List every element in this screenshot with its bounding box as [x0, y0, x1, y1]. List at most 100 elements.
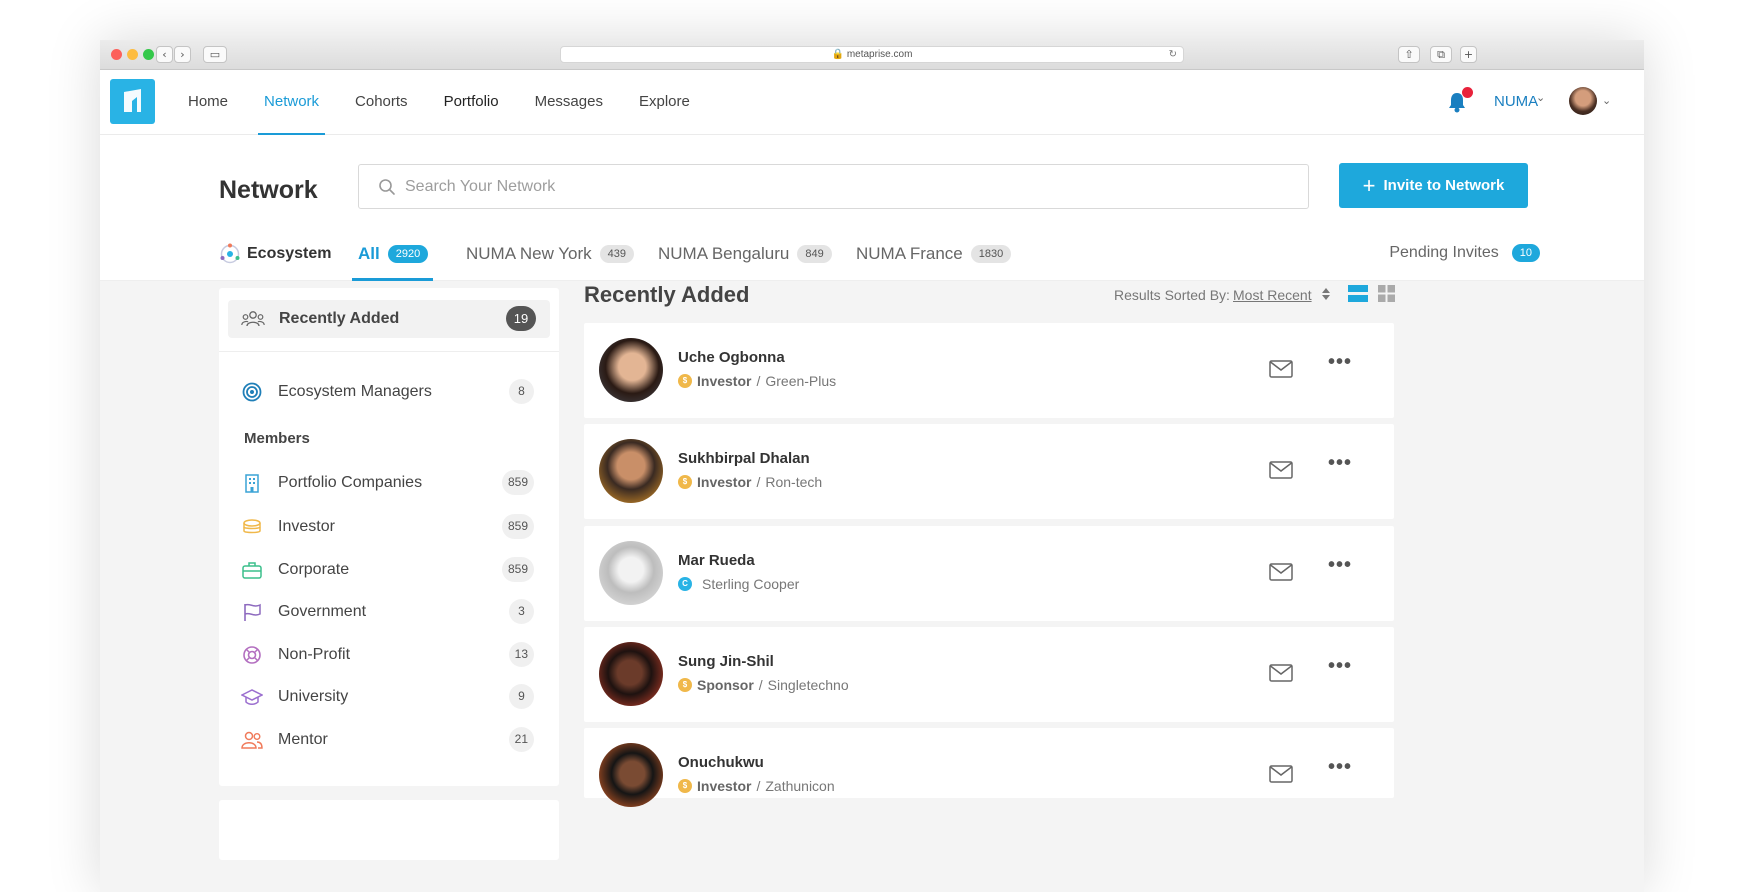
list-view-icon[interactable]: [1348, 285, 1368, 302]
pending-invites-link[interactable]: Pending Invites 10: [1389, 244, 1540, 262]
sidebar-item-label: University: [278, 688, 349, 705]
mail-icon[interactable]: [1269, 764, 1293, 784]
person-card[interactable]: Sung Jin-Shil $ Sponsor / Singletechno •…: [584, 627, 1394, 722]
nav-home[interactable]: Home: [182, 70, 234, 135]
chevron-right-icon[interactable]: ›: [174, 46, 191, 63]
person-card[interactable]: Onuchukwu $ Investor / Zathunicon •••: [584, 728, 1394, 807]
person-meta: $ Investor / Ron-tech: [678, 474, 822, 490]
browser-toolbar: ‹ › ▭ 🔒 metaprise.com ↻ ⇧ ⧉ +: [100, 40, 1644, 70]
tabs-icon[interactable]: ⧉: [1430, 46, 1452, 63]
search-input[interactable]: [405, 165, 1285, 208]
ecosystem-link[interactable]: Ecosystem: [219, 241, 332, 267]
sidebar-item-label: Recently Added: [279, 310, 400, 327]
person-name[interactable]: Mar Rueda: [678, 552, 755, 569]
network-header: Network + Invite to Network Ecosyste: [100, 135, 1644, 281]
more-options-icon[interactable]: •••: [1328, 554, 1352, 577]
share-icon[interactable]: ⇧: [1398, 46, 1420, 63]
more-options-icon[interactable]: •••: [1328, 655, 1352, 678]
count-badge: 3: [509, 599, 534, 624]
invite-button[interactable]: + Invite to Network: [1339, 163, 1528, 208]
graduation-cap-icon: [241, 689, 263, 705]
network-tabs: Ecosystem All 2920 NUMA New York 439 NUM…: [219, 241, 1644, 281]
sidebar-item-ecosystem-managers[interactable]: Ecosystem Managers 8: [241, 378, 537, 406]
sidebar-item-university[interactable]: University 9: [241, 683, 537, 711]
separator: /: [758, 677, 763, 693]
avatar[interactable]: [599, 743, 663, 807]
person-role: Investor: [697, 474, 752, 490]
person-card[interactable]: Mar Rueda C Sterling Cooper •••: [584, 526, 1394, 621]
browser-window: ‹ › ▭ 🔒 metaprise.com ↻ ⇧ ⧉ + Home Networ…: [100, 40, 1644, 892]
separator: /: [756, 778, 761, 794]
tab-count-badge: 2920: [387, 245, 429, 263]
sidebar-item-mentor[interactable]: Mentor 21: [241, 726, 537, 754]
count-badge: 859: [501, 514, 534, 539]
mail-icon[interactable]: [1269, 562, 1293, 582]
user-avatar[interactable]: [1569, 87, 1597, 115]
tab-numa-france[interactable]: NUMA France 1830: [856, 241, 1012, 281]
app-logo[interactable]: [110, 79, 155, 124]
org-switcher[interactable]: NUMA: [1494, 93, 1538, 110]
flag-icon: [244, 603, 261, 621]
sidebar-item-non-profit[interactable]: Non-Profit 13: [241, 641, 537, 669]
chevron-down-icon[interactable]: ⌄: [1536, 91, 1545, 104]
more-options-icon[interactable]: •••: [1328, 351, 1352, 374]
person-card[interactable]: Sukhbirpal Dhalan $ Investor / Ron-tech …: [584, 424, 1394, 519]
minimize-window-button[interactable]: [127, 49, 138, 60]
person-meta: $ Investor / Zathunicon: [678, 778, 835, 794]
chevron-left-icon[interactable]: ‹: [156, 46, 173, 63]
person-name[interactable]: Onuchukwu: [678, 754, 764, 771]
sidebar-item-government[interactable]: Government 3: [241, 598, 537, 626]
sort-dropdown[interactable]: Most Recent: [1233, 287, 1312, 303]
person-name[interactable]: Uche Ogbonna: [678, 349, 785, 366]
search-box[interactable]: [358, 164, 1309, 209]
more-options-icon[interactable]: •••: [1328, 452, 1352, 475]
maximize-window-button[interactable]: [143, 49, 154, 60]
nav-cohorts[interactable]: Cohorts: [349, 70, 414, 135]
person-name[interactable]: Sung Jin-Shil: [678, 653, 774, 670]
count-badge: 21: [508, 727, 534, 752]
person-card[interactable]: Uche Ogbonna $ Investor / Green-Plus •••: [584, 323, 1394, 418]
chevron-down-icon[interactable]: ⌄: [1602, 94, 1611, 107]
mail-icon[interactable]: [1269, 663, 1293, 683]
ecosystem-label: Ecosystem: [247, 245, 332, 262]
count-badge: 8: [509, 379, 534, 404]
avatar[interactable]: [599, 541, 663, 605]
more-options-icon[interactable]: •••: [1328, 756, 1352, 779]
person-name[interactable]: Sukhbirpal Dhalan: [678, 450, 810, 467]
tab-numa-new-york[interactable]: NUMA New York 439: [466, 241, 635, 281]
sidebar-item-label: Non-Profit: [278, 646, 351, 663]
tab-all[interactable]: All 2920: [351, 241, 434, 281]
nav-messages[interactable]: Messages: [529, 70, 609, 135]
members-heading: Members: [244, 430, 310, 447]
page-title: Network: [219, 176, 318, 204]
reload-icon[interactable]: ↻: [1169, 47, 1177, 62]
nav-portfolio[interactable]: Portfolio: [438, 70, 505, 135]
tab-numa-bengaluru[interactable]: NUMA Bengaluru 849: [658, 241, 832, 281]
tab-label: NUMA New York: [466, 244, 592, 263]
sidebar-item-recently-added[interactable]: Recently Added 19: [228, 300, 550, 338]
sidebar-item-investor[interactable]: Investor 859: [241, 513, 537, 541]
mail-icon[interactable]: [1269, 359, 1293, 379]
sidebar-item-portfolio-companies[interactable]: Portfolio Companies 859: [241, 469, 537, 497]
pending-count-badge: 10: [1511, 244, 1540, 262]
sort-arrows-icon[interactable]: [1321, 286, 1331, 302]
avatar[interactable]: [599, 338, 663, 402]
nav-explore[interactable]: Explore: [633, 70, 696, 135]
person-role: Investor: [697, 373, 752, 389]
grid-view-icon[interactable]: [1378, 285, 1395, 302]
sidebar-item-corporate[interactable]: Corporate 859: [241, 556, 537, 584]
close-window-button[interactable]: [111, 49, 122, 60]
address-bar[interactable]: 🔒 metaprise.com ↻: [560, 46, 1184, 63]
count-badge: 9: [509, 684, 534, 709]
person-meta: $ Sponsor / Singletechno: [678, 677, 849, 693]
avatar[interactable]: [599, 642, 663, 706]
filter-sidebar: Recently Added 19 Ecosystem Managers 8 M…: [219, 288, 559, 786]
new-tab-button[interactable]: +: [1460, 46, 1477, 63]
sidebar-item-label: Portfolio Companies: [278, 474, 423, 491]
sidebar-toggle-icon[interactable]: ▭: [203, 46, 227, 63]
role-badge-icon: $: [678, 475, 692, 489]
top-navigation: Home Network Cohorts Portfolio Messages Explo…: [100, 70, 1644, 136]
avatar[interactable]: [599, 439, 663, 503]
mail-icon[interactable]: [1269, 460, 1293, 480]
nav-network[interactable]: Network: [258, 70, 326, 136]
